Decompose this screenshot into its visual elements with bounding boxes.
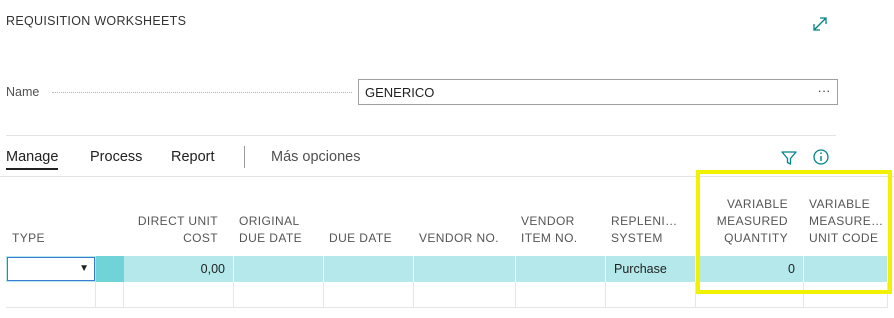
tab-process[interactable]: Process [90, 149, 142, 165]
cell-replenishment-system[interactable]: Purchase [606, 256, 696, 282]
cell-direct-unit-cost[interactable]: 0,00 [124, 256, 234, 282]
column-header-replenishment-system[interactable]: REPLENI… SYSTEM [611, 213, 689, 247]
header-line: SYSTEM [611, 231, 663, 245]
header-line: VARIABLE [809, 197, 871, 211]
cell-original-due-date[interactable] [234, 282, 324, 308]
action-separator [244, 146, 245, 168]
grid-divider [0, 176, 894, 177]
name-input[interactable] [358, 79, 838, 105]
cell-variable-measure-unit-code[interactable] [804, 256, 888, 282]
cell-vendor-item-no[interactable] [516, 282, 606, 308]
row-indicator[interactable] [96, 282, 124, 308]
column-header-vendor-no[interactable]: VENDOR NO. [419, 230, 509, 247]
cell-original-due-date[interactable] [234, 256, 324, 282]
column-header-variable-measure-unit-code[interactable]: VARIABLE MEASURE… UNIT CODE [809, 196, 885, 247]
cell-due-date[interactable] [324, 282, 414, 308]
cell-vendor-no[interactable] [414, 256, 516, 282]
type-select[interactable]: ▼ [7, 257, 95, 281]
cell-variable-measured-quantity[interactable] [696, 282, 804, 308]
column-header-type[interactable]: TYPE [12, 230, 92, 247]
table-row-empty[interactable] [6, 282, 888, 308]
cell-replenishment-system[interactable] [606, 282, 696, 308]
cell-due-date[interactable] [324, 256, 414, 282]
chevron-down-icon: ▼ [79, 263, 89, 274]
name-field-row: Name ··· [6, 78, 838, 106]
header-line: MEASURED [716, 214, 788, 228]
cell-vendor-item-no[interactable] [516, 256, 606, 282]
page-title: REQUISITION WORKSHEETS [6, 14, 187, 28]
filter-icon[interactable] [780, 149, 798, 167]
header-line: COST [183, 231, 218, 245]
cell-type[interactable] [6, 282, 96, 308]
column-header-direct-unit-cost[interactable]: DIRECT UNIT COST [128, 213, 218, 247]
header-line: DUE DATE [329, 231, 392, 245]
name-lookup-button[interactable]: ··· [812, 80, 836, 104]
cell-variable-measured-quantity[interactable]: 0 [696, 256, 804, 282]
column-header-variable-measured-quantity[interactable]: VARIABLE MEASURED QUANTITY [700, 196, 788, 247]
row-indicator[interactable] [96, 256, 124, 282]
name-label: Name [6, 85, 44, 99]
column-header-original-due-date[interactable]: ORIGINAL DUE DATE [239, 213, 319, 247]
header-line: QUANTITY [724, 231, 788, 245]
table-row[interactable]: ▼ 0,00 Purchase 0 [6, 256, 888, 282]
header-line: REPLENI… [611, 214, 678, 228]
cell-vendor-no[interactable] [414, 282, 516, 308]
header-line: VENDOR [521, 214, 575, 228]
cell-variable-measure-unit-code[interactable] [804, 282, 888, 308]
header-line: VENDOR NO. [419, 231, 500, 245]
cell-direct-unit-cost[interactable] [124, 282, 234, 308]
header-line: UNIT CODE [809, 231, 879, 245]
more-options-button[interactable]: Más opciones [271, 149, 360, 165]
column-header-due-date[interactable]: DUE DATE [329, 230, 409, 247]
expand-icon[interactable] [810, 14, 830, 34]
header-line: ORIGINAL [239, 214, 300, 228]
info-icon[interactable] [812, 148, 830, 166]
tab-report[interactable]: Report [171, 149, 215, 165]
label-leader-dots [52, 92, 352, 93]
action-bar: Manage Process Report Más opciones [6, 146, 886, 170]
header-line: DUE DATE [239, 231, 302, 245]
header-line: MEASURE… [809, 214, 884, 228]
tab-manage[interactable]: Manage [6, 149, 59, 170]
header-type-text: TYPE [12, 231, 45, 245]
header-line: DIRECT UNIT [137, 214, 218, 228]
column-header-vendor-item-no[interactable]: VENDOR ITEM NO. [521, 213, 601, 247]
header-line: ITEM NO. [521, 231, 578, 245]
section-divider [6, 135, 836, 136]
header-line: VARIABLE [726, 197, 788, 211]
